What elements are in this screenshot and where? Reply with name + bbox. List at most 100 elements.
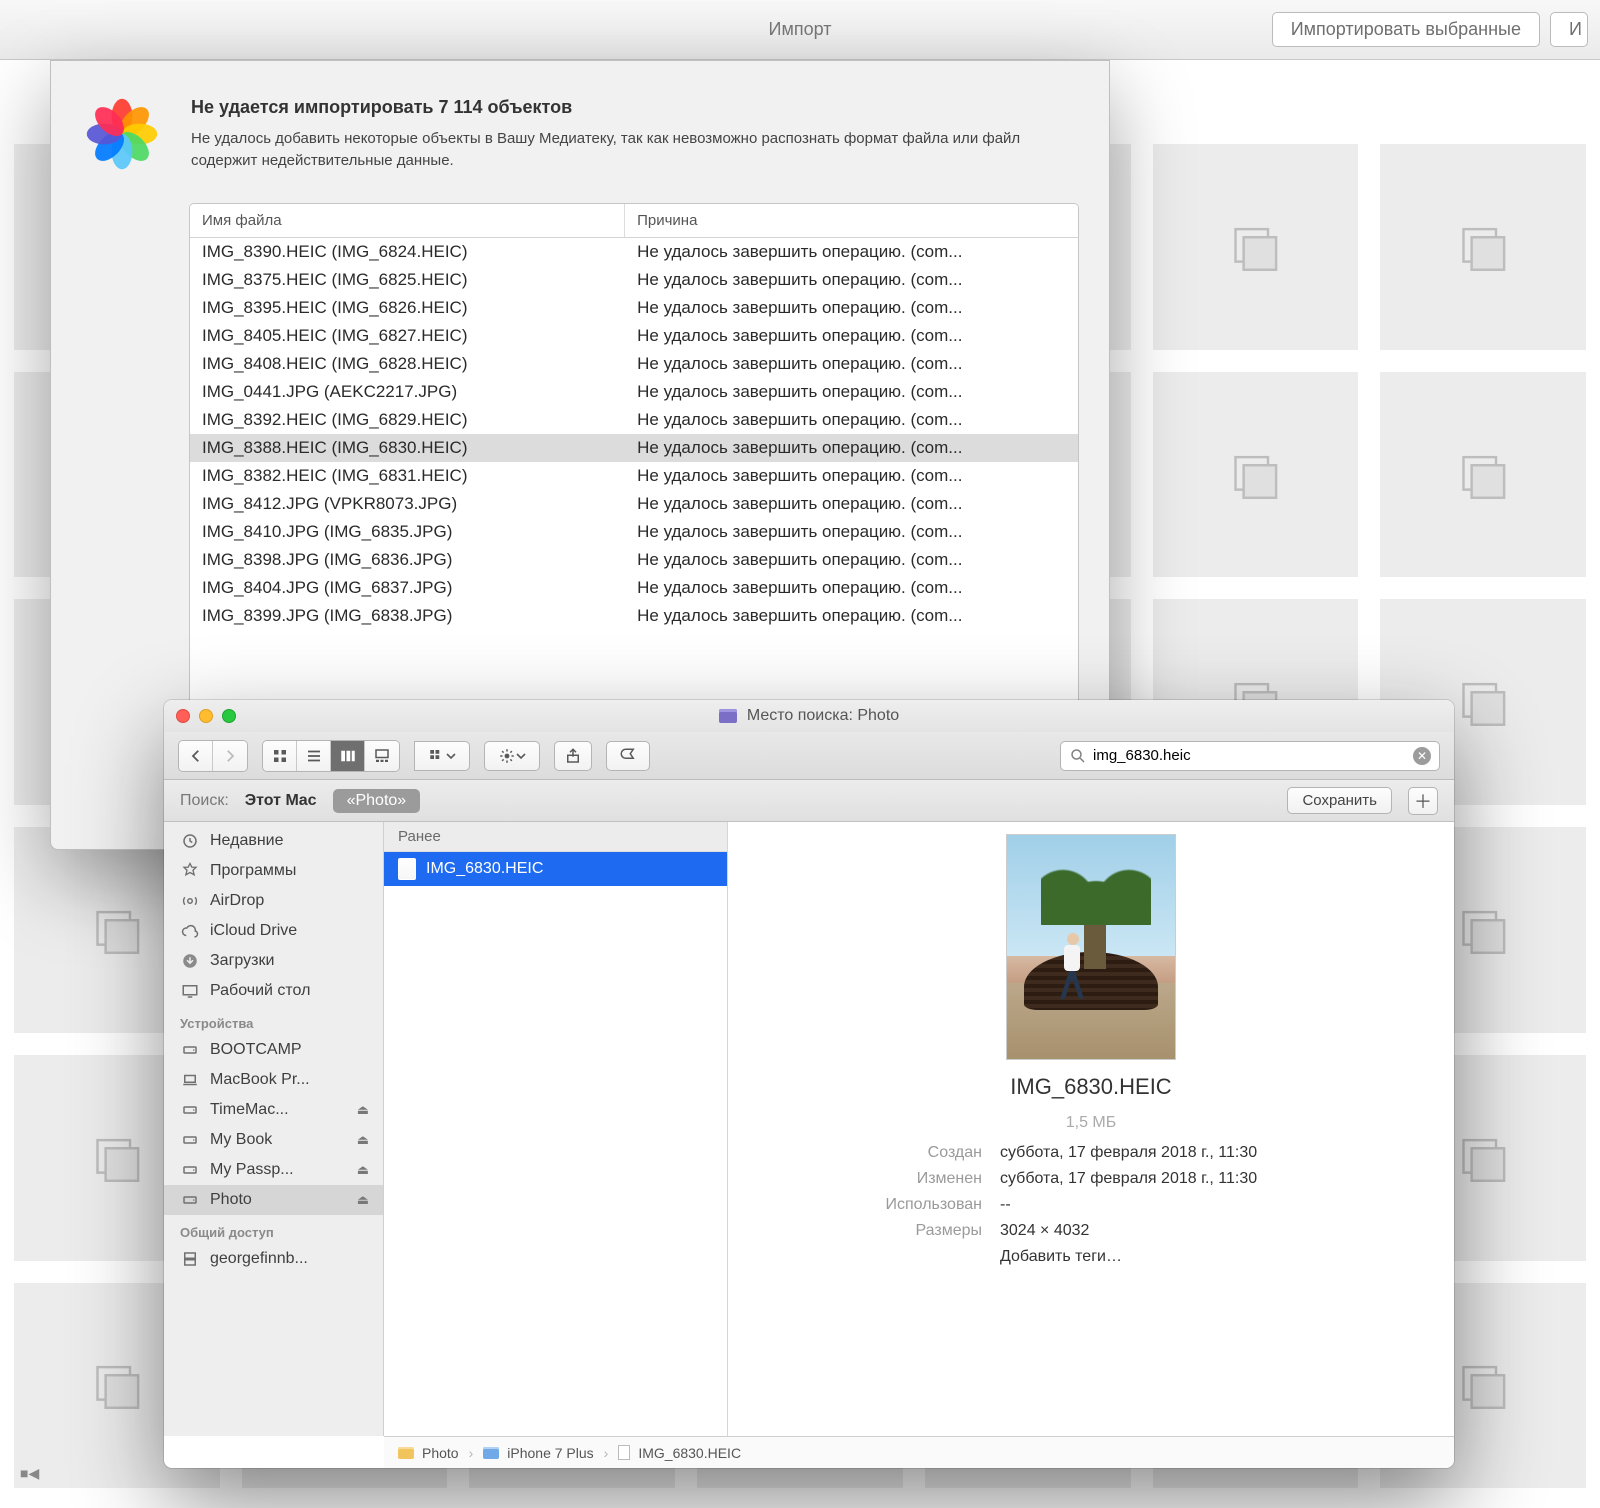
finder-title: Место поиска: Photo bbox=[719, 707, 899, 725]
eject-icon[interactable]: ⏏ bbox=[357, 1192, 369, 1208]
scope-this-mac[interactable]: Этот Mac bbox=[245, 792, 317, 810]
action-button[interactable] bbox=[484, 741, 540, 771]
view-icon-button[interactable] bbox=[263, 741, 297, 771]
sidebar-item-bootcamp[interactable]: BOOTCAMP bbox=[164, 1035, 383, 1065]
view-list-button[interactable] bbox=[297, 741, 331, 771]
finder-titlebar[interactable]: Место поиска: Photo bbox=[164, 700, 1454, 732]
sidebar-item-недавние[interactable]: Недавние bbox=[164, 826, 383, 856]
photo-thumbnail[interactable] bbox=[1380, 144, 1586, 350]
dialog-subtitle: Не удалось добавить некоторые объекты в … bbox=[191, 128, 1083, 172]
cell-filename: IMG_8405.HEIC (IMG_6827.HEIC) bbox=[190, 322, 625, 350]
close-icon[interactable] bbox=[176, 709, 190, 723]
cloud-icon bbox=[180, 921, 200, 941]
path-segment[interactable]: iPhone 7 Plus bbox=[507, 1445, 593, 1461]
laptop-icon bbox=[180, 1070, 200, 1090]
sidebar-item-photo[interactable]: Photo ⏏ bbox=[164, 1185, 383, 1215]
scope-current-folder[interactable]: «Photo» bbox=[333, 789, 421, 813]
sidebar-item-загрузки[interactable]: Загрузки bbox=[164, 946, 383, 976]
tags-button[interactable] bbox=[606, 741, 650, 771]
save-search-button[interactable]: Сохранить bbox=[1287, 787, 1392, 814]
import-selected-button[interactable]: Импортировать выбранные bbox=[1272, 12, 1540, 47]
hdd-icon bbox=[180, 1190, 200, 1210]
cell-reason: Не удалось завершить операцию. (com... bbox=[625, 490, 1078, 518]
search-icon bbox=[1069, 747, 1087, 765]
table-row[interactable]: IMG_8405.HEIC (IMG_6827.HEIC)Не удалось … bbox=[190, 322, 1078, 350]
table-row[interactable]: IMG_8412.JPG (VPKR8073.JPG)Не удалось за… bbox=[190, 490, 1078, 518]
cell-reason: Не удалось завершить операцию. (com... bbox=[625, 434, 1078, 462]
table-row[interactable]: IMG_8399.JPG (IMG_6838.JPG)Не удалось за… bbox=[190, 602, 1078, 630]
column-header-filename[interactable]: Имя файла bbox=[190, 204, 625, 237]
sidebar-item-macbook-pr-[interactable]: MacBook Pr... bbox=[164, 1065, 383, 1095]
clear-search-icon[interactable]: ✕ bbox=[1413, 747, 1431, 765]
eject-icon[interactable]: ⏏ bbox=[357, 1162, 369, 1178]
table-row[interactable]: IMG_8375.HEIC (IMG_6825.HEIC)Не удалось … bbox=[190, 266, 1078, 294]
sidebar-item-label: Программы bbox=[210, 862, 369, 880]
back-button[interactable] bbox=[179, 741, 213, 771]
apps-icon bbox=[180, 861, 200, 881]
meta-key-dimensions: Размеры bbox=[822, 1222, 982, 1240]
photos-toolbar: Импорт Импортировать выбранные И bbox=[0, 0, 1600, 60]
zoom-icon[interactable] bbox=[222, 709, 236, 723]
import-all-button[interactable]: И bbox=[1550, 12, 1588, 47]
sidebar-item-icloud-drive[interactable]: iCloud Drive bbox=[164, 916, 383, 946]
sidebar-item-программы[interactable]: Программы bbox=[164, 856, 383, 886]
list-item[interactable]: IMG_6830.HEIC bbox=[384, 852, 727, 886]
sidebar-item-my-passp-[interactable]: My Passp...⏏ bbox=[164, 1155, 383, 1185]
cell-filename: IMG_8390.HEIC (IMG_6824.HEIC) bbox=[190, 238, 625, 266]
add-criteria-button[interactable]: ＋ bbox=[1408, 787, 1438, 815]
table-row[interactable]: IMG_8382.HEIC (IMG_6831.HEIC)Не удалось … bbox=[190, 462, 1078, 490]
preview-size: 1,5 МБ bbox=[1066, 1114, 1117, 1132]
meta-key-used: Использован bbox=[822, 1196, 982, 1214]
arrange-button[interactable] bbox=[414, 741, 470, 771]
table-row[interactable]: IMG_8404.JPG (IMG_6837.JPG)Не удалось за… bbox=[190, 574, 1078, 602]
eject-icon[interactable]: ⏏ bbox=[357, 1132, 369, 1148]
sidebar-item-georgefinnb-[interactable]: georgefinnb... bbox=[164, 1244, 383, 1274]
sidebar-header-shared: Общий доступ bbox=[164, 1215, 383, 1244]
video-icon: ■◀ bbox=[20, 1465, 39, 1482]
column-header-reason[interactable]: Причина bbox=[625, 204, 1078, 237]
view-columns-button[interactable] bbox=[331, 741, 365, 771]
minimize-icon[interactable] bbox=[199, 709, 213, 723]
table-row[interactable]: IMG_8390.HEIC (IMG_6824.HEIC)Не удалось … bbox=[190, 238, 1078, 266]
sidebar-header-devices: Устройства bbox=[164, 1006, 383, 1035]
cell-reason: Не удалось завершить операцию. (com... bbox=[625, 574, 1078, 602]
sidebar-item-label: iCloud Drive bbox=[210, 922, 369, 940]
cell-filename: IMG_8399.JPG (IMG_6838.JPG) bbox=[190, 602, 625, 630]
table-row[interactable]: IMG_8410.JPG (IMG_6835.JPG)Не удалось за… bbox=[190, 518, 1078, 546]
table-row[interactable]: IMG_8392.HEIC (IMG_6829.HEIC)Не удалось … bbox=[190, 406, 1078, 434]
add-tags-link[interactable]: Добавить теги… bbox=[1000, 1248, 1360, 1266]
sidebar-item-label: Загрузки bbox=[210, 952, 369, 970]
preview-thumbnail[interactable] bbox=[1006, 834, 1176, 1060]
sidebar-item-label: AirDrop bbox=[210, 892, 369, 910]
path-segment[interactable]: Photo bbox=[422, 1445, 459, 1461]
path-bar[interactable]: Photo › iPhone 7 Plus › IMG_6830.HEIC bbox=[384, 1436, 1454, 1468]
view-gallery-button[interactable] bbox=[365, 741, 399, 771]
search-input[interactable] bbox=[1087, 747, 1413, 764]
table-row[interactable]: IMG_8395.HEIC (IMG_6826.HEIC)Не удалось … bbox=[190, 294, 1078, 322]
table-row[interactable]: IMG_8408.HEIC (IMG_6828.HEIC)Не удалось … bbox=[190, 350, 1078, 378]
cell-reason: Не удалось завершить операцию. (com... bbox=[625, 238, 1078, 266]
clock-icon bbox=[180, 831, 200, 851]
airdrop-icon bbox=[180, 891, 200, 911]
path-segment[interactable]: IMG_6830.HEIC bbox=[638, 1445, 741, 1461]
hdd-icon bbox=[180, 1040, 200, 1060]
eject-icon[interactable]: ⏏ bbox=[357, 1102, 369, 1118]
photo-thumbnail[interactable] bbox=[1153, 144, 1359, 350]
finder-sidebar: Недавние Программы AirDrop iCloud Drive Загр… bbox=[164, 822, 384, 1436]
sidebar-item-my-book[interactable]: My Book⏏ bbox=[164, 1125, 383, 1155]
sidebar-item-рабочий-стол[interactable]: Рабочий стол bbox=[164, 976, 383, 1006]
table-row[interactable]: IMG_0441.JPG (AEKC2217.JPG)Не удалось за… bbox=[190, 378, 1078, 406]
preview-pane: IMG_6830.HEIC 1,5 МБ Создан суббота, 17 … bbox=[728, 822, 1454, 1436]
dialog-title: Не удается импортировать 7 114 объектов bbox=[191, 97, 1083, 118]
search-field[interactable]: ✕ bbox=[1060, 741, 1440, 771]
sidebar-item-airdrop[interactable]: AirDrop bbox=[164, 886, 383, 916]
table-row[interactable]: IMG_8388.HEIC (IMG_6830.HEIC)Не удалось … bbox=[190, 434, 1078, 462]
sidebar-item-timemac-[interactable]: TimeMac...⏏ bbox=[164, 1095, 383, 1125]
forward-button[interactable] bbox=[213, 741, 247, 771]
share-button[interactable] bbox=[554, 741, 592, 771]
table-row[interactable]: IMG_8398.JPG (IMG_6836.JPG)Не удалось за… bbox=[190, 546, 1078, 574]
file-icon bbox=[618, 1445, 630, 1460]
sidebar-item-label: Photo bbox=[210, 1191, 347, 1209]
photo-thumbnail[interactable] bbox=[1153, 372, 1359, 578]
photo-thumbnail[interactable] bbox=[1380, 372, 1586, 578]
